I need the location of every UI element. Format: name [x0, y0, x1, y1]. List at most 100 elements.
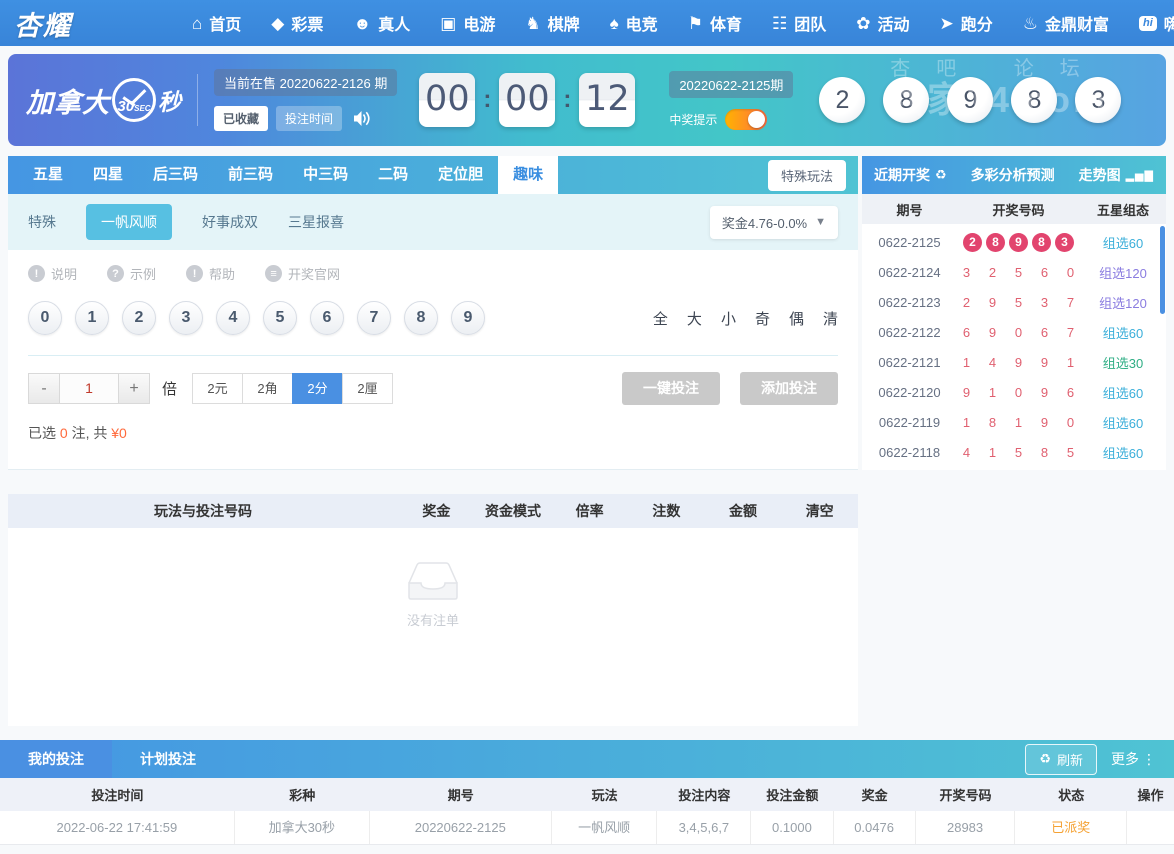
group-link[interactable]: 组选60: [1080, 233, 1166, 252]
sub-tab-1[interactable]: 一帆风顺: [86, 204, 172, 240]
info-link-label: 说明: [51, 264, 77, 283]
nav-item-esports[interactable]: ♠电竞: [610, 11, 658, 35]
play-tab-6[interactable]: 定位胆: [423, 156, 498, 194]
special-play-button[interactable]: 特殊玩法: [768, 160, 846, 191]
nav-item-team[interactable]: ☷团队: [772, 11, 826, 35]
play-tab-5[interactable]: 二码: [363, 156, 423, 194]
sidebar-tab-1[interactable]: 多彩分析预测: [971, 165, 1055, 185]
number-ball-2[interactable]: 2: [122, 301, 156, 335]
number-ball-0[interactable]: 0: [28, 301, 62, 335]
group-link[interactable]: 组选30: [1080, 353, 1166, 372]
mode-button-2[interactable]: 2分: [292, 373, 343, 404]
info-link-3[interactable]: ≡开奖官网: [265, 264, 340, 283]
my-bets-tab-1[interactable]: 计划投注: [112, 740, 224, 778]
play-tab-0[interactable]: 五星: [18, 156, 78, 194]
number-ball-5[interactable]: 5: [263, 301, 297, 335]
info-link-label: 示例: [130, 264, 156, 283]
play-tab-7[interactable]: 趣味: [498, 156, 558, 194]
slip-header-2: 资金模式: [475, 501, 552, 521]
draw-number: 9: [1011, 355, 1026, 370]
number-ball-4[interactable]: 4: [216, 301, 250, 335]
nav-item-live[interactable]: ☻真人: [353, 11, 410, 35]
filter-2[interactable]: 小: [721, 308, 736, 329]
draw-number: 5: [1063, 445, 1078, 460]
draw-number: 2: [985, 265, 1000, 280]
sub-tab-3[interactable]: 三星报喜: [288, 212, 344, 232]
add-bet-button[interactable]: 添加投注: [740, 372, 838, 405]
nav-item-sports[interactable]: ⚑体育: [688, 11, 742, 35]
multiplier-value[interactable]: 1: [60, 373, 118, 404]
nav-item-home[interactable]: ⌂首页: [192, 11, 241, 35]
total-amount: ¥0: [111, 425, 127, 441]
home-icon: ⌂: [192, 15, 202, 32]
question-icon: ?: [107, 265, 124, 282]
plus-button[interactable]: +: [118, 373, 150, 404]
slip-header-5: 金额: [705, 501, 782, 521]
winning-ball: 9: [947, 77, 993, 123]
play-tab-1[interactable]: 四星: [78, 156, 138, 194]
filter-1[interactable]: 大: [687, 308, 702, 329]
slip-header-6[interactable]: 清空: [781, 501, 858, 521]
group-link[interactable]: 组选60: [1080, 443, 1166, 462]
my-bets-tab-0[interactable]: 我的投注: [0, 740, 112, 778]
bet-slip-body: 没有注单: [8, 528, 858, 726]
sidebar-tab-0[interactable]: 近期开奖♻: [874, 165, 947, 185]
sub-tab-2[interactable]: 好事成双: [202, 212, 258, 232]
play-tab-4[interactable]: 中三码: [288, 156, 363, 194]
bet-time-button[interactable]: 投注时间: [276, 106, 342, 131]
nav-item-arcade[interactable]: ▣电游: [440, 11, 495, 35]
my-bets-header-7: 开奖号码: [916, 785, 1016, 804]
group-link[interactable]: 组选120: [1080, 263, 1166, 282]
number-ball-7[interactable]: 7: [357, 301, 391, 335]
number-ball-1[interactable]: 1: [75, 301, 109, 335]
more-button[interactable]: 更多 ⋮: [1111, 749, 1156, 769]
play-tab-2[interactable]: 后三码: [138, 156, 213, 194]
info-link-0[interactable]: !说明: [28, 264, 77, 283]
sidebar-tab-2[interactable]: 走势图▂▅▇: [1079, 165, 1154, 185]
draw-number: 9: [1037, 415, 1052, 430]
info-link-2[interactable]: !帮助: [186, 264, 235, 283]
group-link[interactable]: 组选60: [1080, 323, 1166, 342]
minus-button[interactable]: -: [28, 373, 60, 404]
nav-item-chess[interactable]: ♞棋牌: [525, 11, 579, 35]
nav-item-hi[interactable]: hi嗨聊: [1139, 11, 1174, 35]
mode-button-0[interactable]: 2元: [192, 373, 243, 404]
refresh-button[interactable]: ♻ 刷新: [1025, 744, 1097, 775]
nav-item-activity[interactable]: ✿活动: [856, 11, 909, 35]
nav-item-wealth[interactable]: ♨金鼎财富: [1023, 11, 1109, 35]
nav-item-lottery[interactable]: ◆彩票: [271, 11, 323, 35]
group-link[interactable]: 组选60: [1080, 383, 1166, 402]
current-sale-badge: 当前在售 20220622-2126 期: [214, 69, 397, 96]
play-tab-3[interactable]: 前三码: [213, 156, 288, 194]
number-ball-6[interactable]: 6: [310, 301, 344, 335]
countdown-minutes: 00: [499, 73, 555, 127]
sidebar-tab-label: 近期开奖: [874, 165, 930, 185]
mode-button-1[interactable]: 2角: [242, 373, 293, 404]
filter-0[interactable]: 全: [653, 308, 668, 329]
filter-4[interactable]: 偶: [789, 308, 804, 329]
lottery-banner: 加拿大 30 SEC 秒 当前在售 20220622-2126 期 已收藏 投注…: [8, 54, 1166, 146]
draw-number: 2: [959, 295, 974, 310]
number-ball-3[interactable]: 3: [169, 301, 203, 335]
bonus-dropdown[interactable]: 奖金4.76-0.0% ▼: [710, 206, 838, 239]
filter-3[interactable]: 奇: [755, 308, 770, 329]
mode-button-3[interactable]: 2厘: [342, 373, 393, 404]
empty-inbox-icon: [406, 560, 460, 602]
draw-numbers: 18190: [957, 415, 1080, 430]
number-ball-9[interactable]: 9: [451, 301, 485, 335]
draw-number: 5: [1011, 265, 1026, 280]
number-ball-8[interactable]: 8: [404, 301, 438, 335]
speaker-icon[interactable]: [354, 111, 371, 126]
group-link[interactable]: 组选120: [1080, 293, 1166, 312]
favorited-button[interactable]: 已收藏: [214, 106, 268, 131]
sub-tab-0[interactable]: 特殊: [28, 212, 56, 232]
filter-5[interactable]: 清: [823, 308, 838, 329]
info-link-1[interactable]: ? 示例: [107, 264, 156, 283]
my-bets-section: 我的投注计划投注 ♻ 刷新 更多 ⋮ 投注时间彩种期号玩法投注内容投注金额奖金开…: [0, 740, 1174, 845]
nav-item-racing[interactable]: ➤跑分: [939, 11, 992, 35]
group-link[interactable]: 组选60: [1080, 413, 1166, 432]
scrollbar-thumb[interactable]: [1160, 226, 1165, 314]
quick-bet-button[interactable]: 一键投注: [622, 372, 720, 405]
win-tip-toggle[interactable]: [725, 109, 767, 130]
site-logo[interactable]: 杏耀: [14, 4, 72, 43]
